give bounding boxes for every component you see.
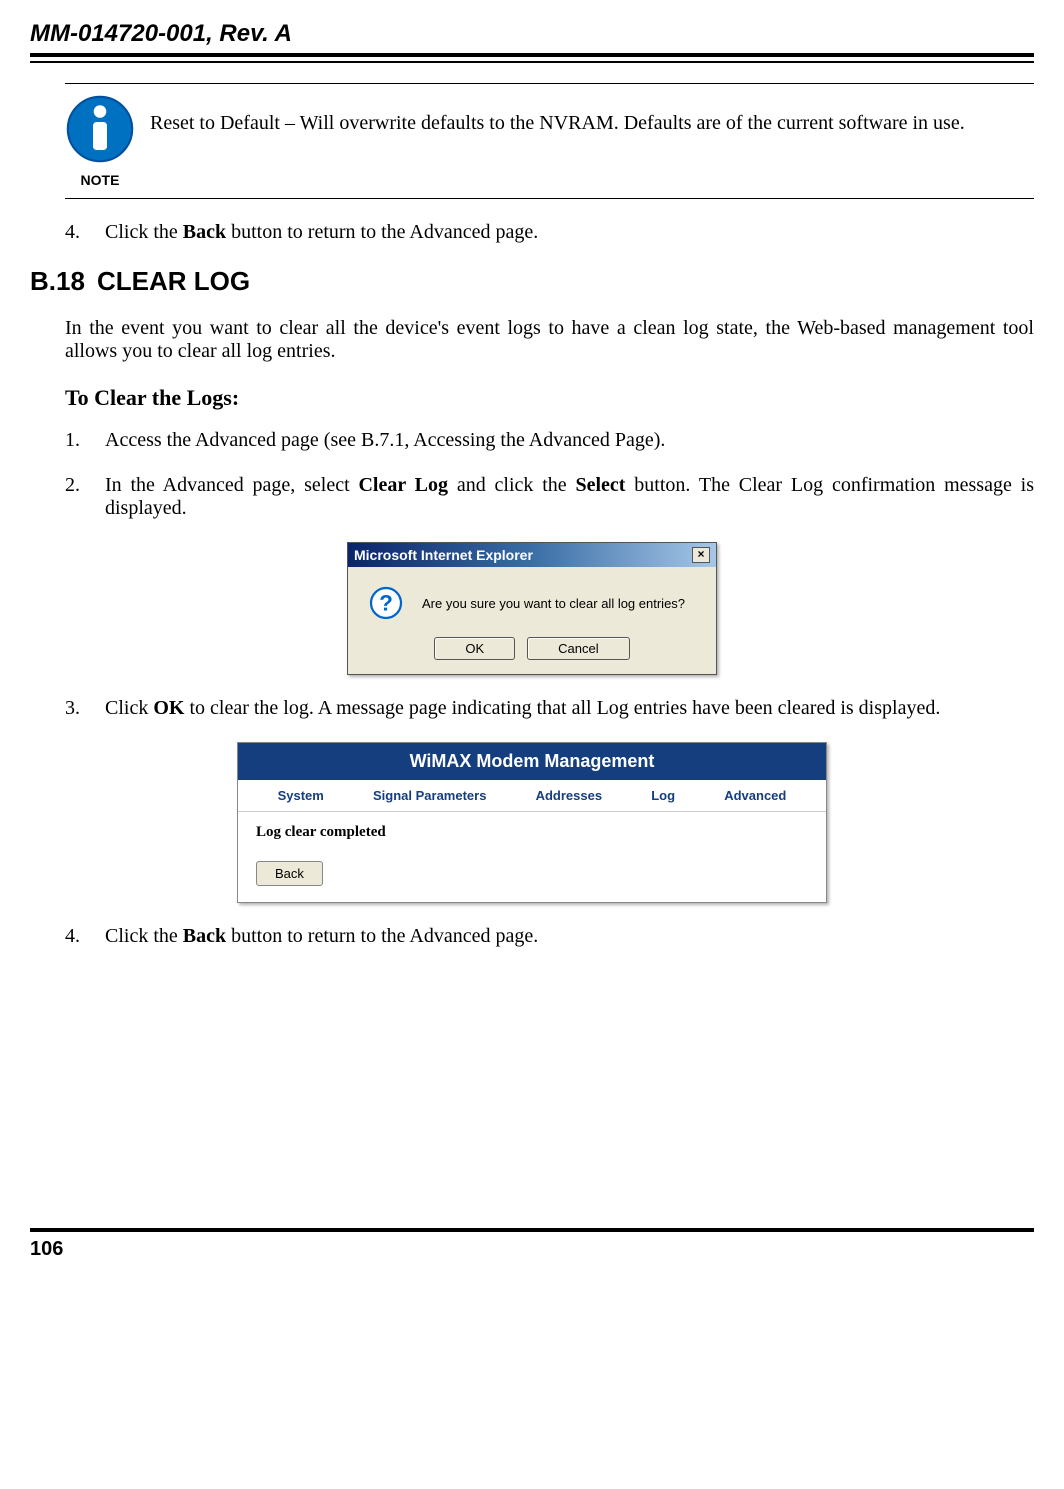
text-pre: In the Advanced page, select — [105, 474, 358, 496]
dialog-message: Are you sure you want to clear all log e… — [422, 596, 685, 611]
section-heading: B.18 CLEAR LOG — [30, 266, 1034, 297]
header-divider — [30, 53, 1034, 63]
tab-system[interactable]: System — [278, 788, 324, 803]
wimax-title: WiMAX Modem Management — [238, 743, 826, 780]
tab-signal-parameters[interactable]: Signal Parameters — [373, 788, 486, 803]
text-bold: Clear Log — [358, 474, 448, 496]
wimax-body-text: Log clear completed — [238, 812, 826, 853]
section-title: CLEAR LOG — [97, 266, 250, 297]
step-num: 4. — [65, 925, 105, 948]
step-3: 3. Click OK to clear the log. A message … — [65, 697, 1034, 720]
doc-id: MM-014720-001, Rev. A — [30, 20, 1034, 48]
dialog-buttons: OK Cancel — [348, 631, 716, 674]
step-num: 3. — [65, 697, 105, 720]
ok-button[interactable]: OK — [434, 637, 515, 660]
dialog-title: Microsoft Internet Explorer — [354, 547, 533, 563]
step-content: Click the Back button to return to the A… — [105, 925, 1034, 948]
confirm-dialog-screenshot: Microsoft Internet Explorer × ? Are you … — [30, 542, 1034, 675]
step-4b: 4. Click the Back button to return to th… — [65, 925, 1034, 948]
text-mid: and click the — [448, 474, 575, 496]
text-pre: Click — [105, 697, 153, 719]
text-pre: Click the — [105, 925, 183, 947]
step-content: In the Advanced page, select Clear Log a… — [105, 474, 1034, 520]
note-block: NOTE Reset to Default – Will overwrite d… — [65, 83, 1034, 199]
tab-addresses[interactable]: Addresses — [536, 788, 602, 803]
step-num: 1. — [65, 429, 105, 452]
wimax-tabs: System Signal Parameters Addresses Log A… — [238, 780, 826, 812]
step-content: Click OK to clear the log. A message pag… — [105, 697, 1034, 720]
text-pre: Click the — [105, 221, 183, 243]
text-bold: Select — [575, 474, 625, 496]
page-footer: 106 — [30, 1228, 1034, 1261]
section-num: B.18 — [30, 266, 85, 297]
tab-advanced[interactable]: Advanced — [724, 788, 786, 803]
wimax-buttons: Back — [238, 853, 826, 902]
step-1: 1. Access the Advanced page (see B.7.1, … — [65, 429, 1034, 452]
dialog-titlebar: Microsoft Internet Explorer × — [348, 543, 716, 567]
wimax-panel: WiMAX Modem Management System Signal Par… — [237, 742, 827, 903]
step-num: 2. — [65, 474, 105, 520]
text-post: button to return to the Advanced page. — [226, 221, 538, 243]
close-icon[interactable]: × — [692, 547, 710, 563]
step-num: 4. — [65, 221, 105, 244]
text-bold: OK — [153, 697, 184, 719]
text-post: to clear the log. A message page indicat… — [184, 697, 940, 719]
confirm-dialog: Microsoft Internet Explorer × ? Are you … — [347, 542, 717, 675]
note-icon-container: NOTE — [65, 94, 135, 188]
svg-text:?: ? — [379, 591, 393, 616]
text-bold: Back — [183, 925, 226, 947]
step-2: 2. In the Advanced page, select Clear Lo… — [65, 474, 1034, 520]
tab-log[interactable]: Log — [651, 788, 675, 803]
step-content: Click the Back button to return to the A… — [105, 221, 1034, 244]
intro-para: In the event you want to clear all the d… — [65, 317, 1034, 363]
note-label: NOTE — [65, 172, 135, 188]
text-post: button to return to the Advanced page. — [226, 925, 538, 947]
info-icon — [65, 94, 135, 164]
cancel-button[interactable]: Cancel — [527, 637, 629, 660]
wimax-panel-screenshot: WiMAX Modem Management System Signal Par… — [30, 742, 1034, 903]
dialog-body: ? Are you sure you want to clear all log… — [348, 567, 716, 631]
note-text: Reset to Default – Will overwrite defaul… — [150, 94, 965, 135]
text-bold: Back — [183, 221, 226, 243]
step-4a: 4. Click the Back button to return to th… — [65, 221, 1034, 244]
step-content: Access the Advanced page (see B.7.1, Acc… — [105, 429, 1034, 452]
back-button[interactable]: Back — [256, 861, 323, 886]
question-icon: ? — [368, 585, 404, 621]
page-number: 106 — [30, 1238, 1034, 1261]
sub-heading: To Clear the Logs: — [65, 385, 1034, 411]
